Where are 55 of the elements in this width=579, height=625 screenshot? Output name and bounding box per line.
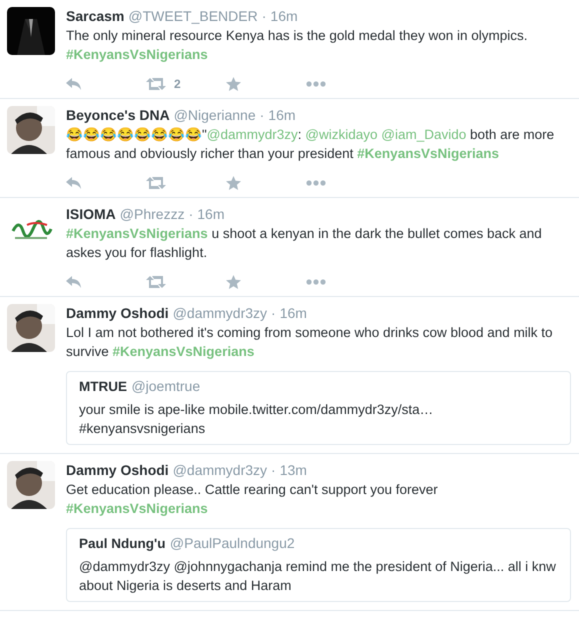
tweet-text: 😂😂😂😂😂😂😂😂"@dammydr3zy: @wizkidayo @iam_Davido both are more famous and obviously richer than your president #KenyansVsNigerians bbox=[66, 126, 556, 163]
tweet-time: 16m bbox=[280, 304, 307, 322]
user-name: ISIOMA bbox=[66, 205, 116, 223]
retweet-count: 2 bbox=[174, 77, 181, 91]
tweet-text: Get education please.. Cattle rearing can't support you forever #KenyansVsNigerians bbox=[66, 481, 439, 518]
user-name: Dammy Oshodi bbox=[66, 304, 169, 322]
hashtag-link[interactable]: #KenyansVsNigerians bbox=[66, 47, 208, 62]
tweet-time: 16m bbox=[270, 7, 298, 25]
tweet-time: 16m bbox=[268, 106, 296, 124]
retweet-icon bbox=[146, 276, 166, 288]
reply-icon bbox=[66, 78, 82, 90]
user-name: Beyonce's DNA bbox=[66, 106, 170, 124]
more-icon bbox=[306, 180, 326, 186]
mention-link[interactable]: @iam_Davido bbox=[381, 127, 466, 142]
more-icon bbox=[306, 81, 326, 87]
star-icon bbox=[226, 176, 241, 190]
separator-dot: · bbox=[188, 205, 194, 223]
tweet-text: #KenyansVsNigerians u shoot a kenyan in the dark the bullet comes back and askes you for flashlight. bbox=[66, 225, 543, 262]
separator-dot: · bbox=[262, 7, 266, 25]
user-handle: @dammydr3zy bbox=[172, 461, 268, 479]
quoted-tweet-text: your smile is ape-like mobile.twitter.com/dammydr3zy/sta… #kenyansvsnigerians bbox=[79, 401, 434, 438]
star-icon bbox=[226, 77, 241, 91]
quoted-tweet[interactable]: MTRUE @joemtrue your smile is ape-like mobile.twitter.com/dammydr3zy/sta… #kenyansvsnigerians bbox=[66, 371, 571, 445]
quoted-user-handle: @PaulPaulndungu2 bbox=[170, 535, 295, 551]
hashtag-link[interactable]: #KenyansVsNigerians bbox=[66, 501, 208, 516]
tweet-text: The only mineral resource Kenya has is the gold medal they won in olympics. #KenyansVsNigerians bbox=[66, 27, 528, 64]
mention-link[interactable]: @wizkidayo bbox=[305, 127, 378, 142]
tweet-time: 16m bbox=[197, 205, 224, 223]
quoted-user-name: Paul Ndung'u bbox=[79, 536, 166, 551]
more-icon bbox=[306, 279, 326, 285]
quoted-tweet[interactable]: Paul Ndung'u @PaulPaulndungu2 @dammydr3zy @johnnygachanja remind me the president of Nigeria... all i knw about Nigeria is deserts and Haram bbox=[66, 528, 571, 602]
retweet-icon bbox=[146, 78, 166, 90]
retweet-button[interactable]: 2 bbox=[146, 77, 226, 91]
user-handle: @Nigerianne bbox=[174, 106, 256, 124]
user-handle: @dammydr3zy bbox=[172, 304, 268, 322]
user-name: Sarcasm bbox=[66, 7, 124, 25]
hashtag-link[interactable]: #KenyansVsNigerians bbox=[66, 226, 208, 241]
tweet-text: Lol I am not bothered it's coming from someone who drinks cow blood and milk to survive #KenyansVsNigerians bbox=[66, 324, 554, 361]
star-icon bbox=[226, 275, 241, 289]
tweet-time: 13m bbox=[280, 461, 307, 479]
user-name: Dammy Oshodi bbox=[66, 461, 169, 479]
hashtag-link[interactable]: #KenyansVsNigerians bbox=[112, 344, 254, 359]
retweet-icon bbox=[146, 177, 166, 189]
separator-dot: · bbox=[271, 461, 276, 479]
quoted-user-name: MTRUE bbox=[79, 379, 127, 394]
separator-dot: · bbox=[271, 304, 276, 322]
quoted-tweet-text: @dammydr3zy @johnnygachanja remind me the president of Nigeria... all i knw about Nigeria is deserts and Haram bbox=[79, 558, 557, 595]
user-handle: @Phrezzz bbox=[120, 205, 185, 223]
separator-dot: · bbox=[260, 106, 264, 124]
mention-link[interactable]: @dammydr3zy bbox=[206, 127, 298, 142]
quoted-user-handle: @joemtrue bbox=[131, 378, 200, 394]
reply-icon bbox=[66, 276, 82, 288]
hashtag-link[interactable]: #KenyansVsNigerians bbox=[357, 146, 499, 161]
user-handle: @TWEET_BENDER bbox=[128, 7, 258, 25]
reply-icon bbox=[66, 177, 82, 189]
